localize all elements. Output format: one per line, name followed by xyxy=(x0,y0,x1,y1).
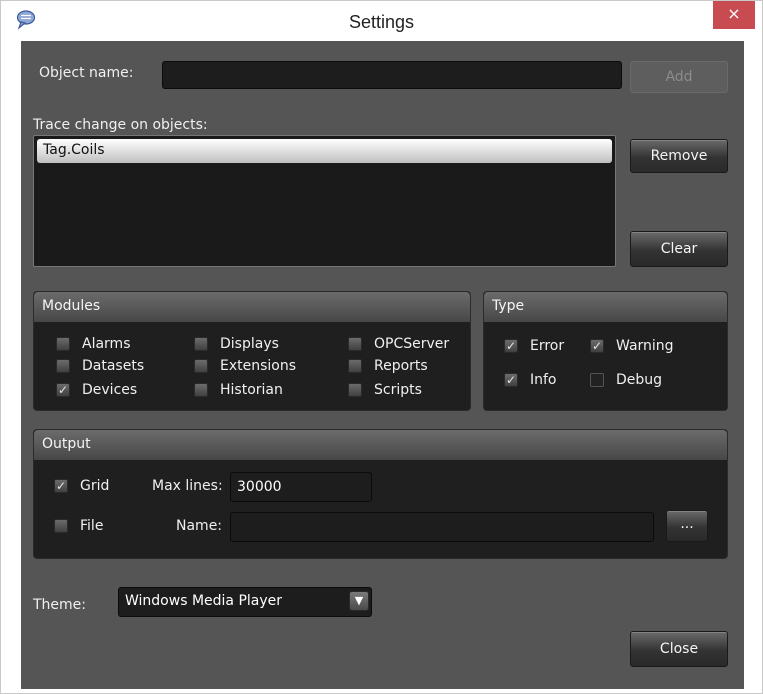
output-group: Output Grid Max lines: File Name: ... xyxy=(33,429,728,559)
settings-window: Settings × Object name: Add Trace change… xyxy=(0,0,763,694)
checkbox-box-checked xyxy=(504,373,518,387)
type-debug-checkbox[interactable]: Debug xyxy=(590,372,662,388)
chevron-down-icon[interactable]: ▼ xyxy=(349,591,369,611)
object-name-input[interactable] xyxy=(162,61,622,89)
checkbox-box xyxy=(54,519,68,533)
checkbox-label: Displays xyxy=(220,336,279,352)
module-datasets-checkbox[interactable]: Datasets xyxy=(56,358,144,374)
checkbox-box xyxy=(194,359,208,373)
checkbox-box xyxy=(348,337,362,351)
checkbox-label: Warning xyxy=(616,338,674,354)
window-title: Settings xyxy=(348,12,415,32)
checkbox-label: Reports xyxy=(374,358,428,374)
checkbox-box-checked xyxy=(54,479,68,493)
add-button[interactable]: Add xyxy=(630,61,728,93)
type-group: Type Error Warning Info Debug xyxy=(483,291,728,411)
theme-label: Theme: xyxy=(33,597,87,613)
settings-panel: Object name: Add Trace change on objects… xyxy=(21,41,744,689)
checkbox-box-checked xyxy=(504,339,518,353)
checkbox-box xyxy=(590,373,604,387)
module-displays-checkbox[interactable]: Displays xyxy=(194,336,279,352)
module-reports-checkbox[interactable]: Reports xyxy=(348,358,428,374)
checkbox-label: Historian xyxy=(220,382,283,398)
checkbox-label: Error xyxy=(530,338,565,354)
type-group-title: Type xyxy=(484,292,727,322)
file-name-label: Name: xyxy=(176,518,223,534)
close-window-button[interactable]: × xyxy=(713,1,755,29)
checkbox-label: OPCServer xyxy=(374,336,450,352)
max-lines-input[interactable] xyxy=(230,472,372,502)
theme-selected-value: Windows Media Player xyxy=(125,593,283,609)
browse-button[interactable]: ... xyxy=(666,510,708,542)
checkbox-box xyxy=(348,383,362,397)
theme-dropdown[interactable]: Windows Media Player ▼ xyxy=(118,587,372,617)
checkbox-box xyxy=(348,359,362,373)
module-devices-checkbox[interactable]: Devices xyxy=(56,382,137,398)
checkbox-label: Devices xyxy=(82,382,138,398)
object-name-label: Object name: xyxy=(39,65,134,81)
checkbox-label: Scripts xyxy=(374,382,422,398)
checkbox-box xyxy=(56,359,70,373)
checkbox-label: Datasets xyxy=(82,358,145,374)
close-button[interactable]: Close xyxy=(630,631,728,667)
checkbox-box xyxy=(194,383,208,397)
output-group-title: Output xyxy=(34,430,727,460)
module-extensions-checkbox[interactable]: Extensions xyxy=(194,358,296,374)
output-file-checkbox[interactable]: File xyxy=(54,518,103,534)
modules-group-title: Modules xyxy=(34,292,470,322)
checkbox-label: Grid xyxy=(80,478,110,494)
modules-group: Modules Alarms Datasets Devices Displays… xyxy=(33,291,471,411)
max-lines-label: Max lines: xyxy=(152,478,223,494)
checkbox-box-checked xyxy=(590,339,604,353)
checkbox-box xyxy=(56,337,70,351)
checkbox-label: Debug xyxy=(616,372,663,388)
remove-button[interactable]: Remove xyxy=(630,139,728,173)
type-warning-checkbox[interactable]: Warning xyxy=(590,338,674,354)
type-info-checkbox[interactable]: Info xyxy=(504,372,557,388)
checkbox-label: Extensions xyxy=(220,358,297,374)
checkbox-box-checked xyxy=(56,383,70,397)
checkbox-box xyxy=(194,337,208,351)
module-alarms-checkbox[interactable]: Alarms xyxy=(56,336,131,352)
trace-change-label: Trace change on objects: xyxy=(33,117,208,133)
checkbox-label: Alarms xyxy=(82,336,131,352)
checkbox-label: File xyxy=(80,518,104,534)
module-opcserver-checkbox[interactable]: OPCServer xyxy=(348,336,449,352)
clear-button[interactable]: Clear xyxy=(630,231,728,267)
trace-objects-list[interactable]: Tag.Coils xyxy=(33,135,616,267)
title-bar[interactable]: Settings × xyxy=(1,1,762,41)
file-name-input[interactable] xyxy=(230,512,654,542)
checkbox-label: Info xyxy=(530,372,557,388)
type-error-checkbox[interactable]: Error xyxy=(504,338,564,354)
list-item[interactable]: Tag.Coils xyxy=(37,139,612,163)
module-scripts-checkbox[interactable]: Scripts xyxy=(348,382,422,398)
output-grid-checkbox[interactable]: Grid xyxy=(54,478,109,494)
module-historian-checkbox[interactable]: Historian xyxy=(194,382,283,398)
